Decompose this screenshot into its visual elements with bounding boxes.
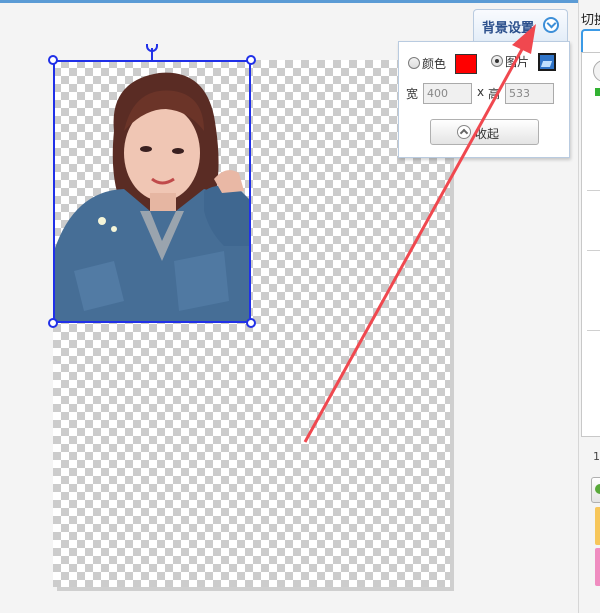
- annotation-arrow-shaft: [303, 41, 528, 443]
- annotation-arrow: [303, 24, 536, 443]
- annotation-arrow-head: [512, 24, 536, 54]
